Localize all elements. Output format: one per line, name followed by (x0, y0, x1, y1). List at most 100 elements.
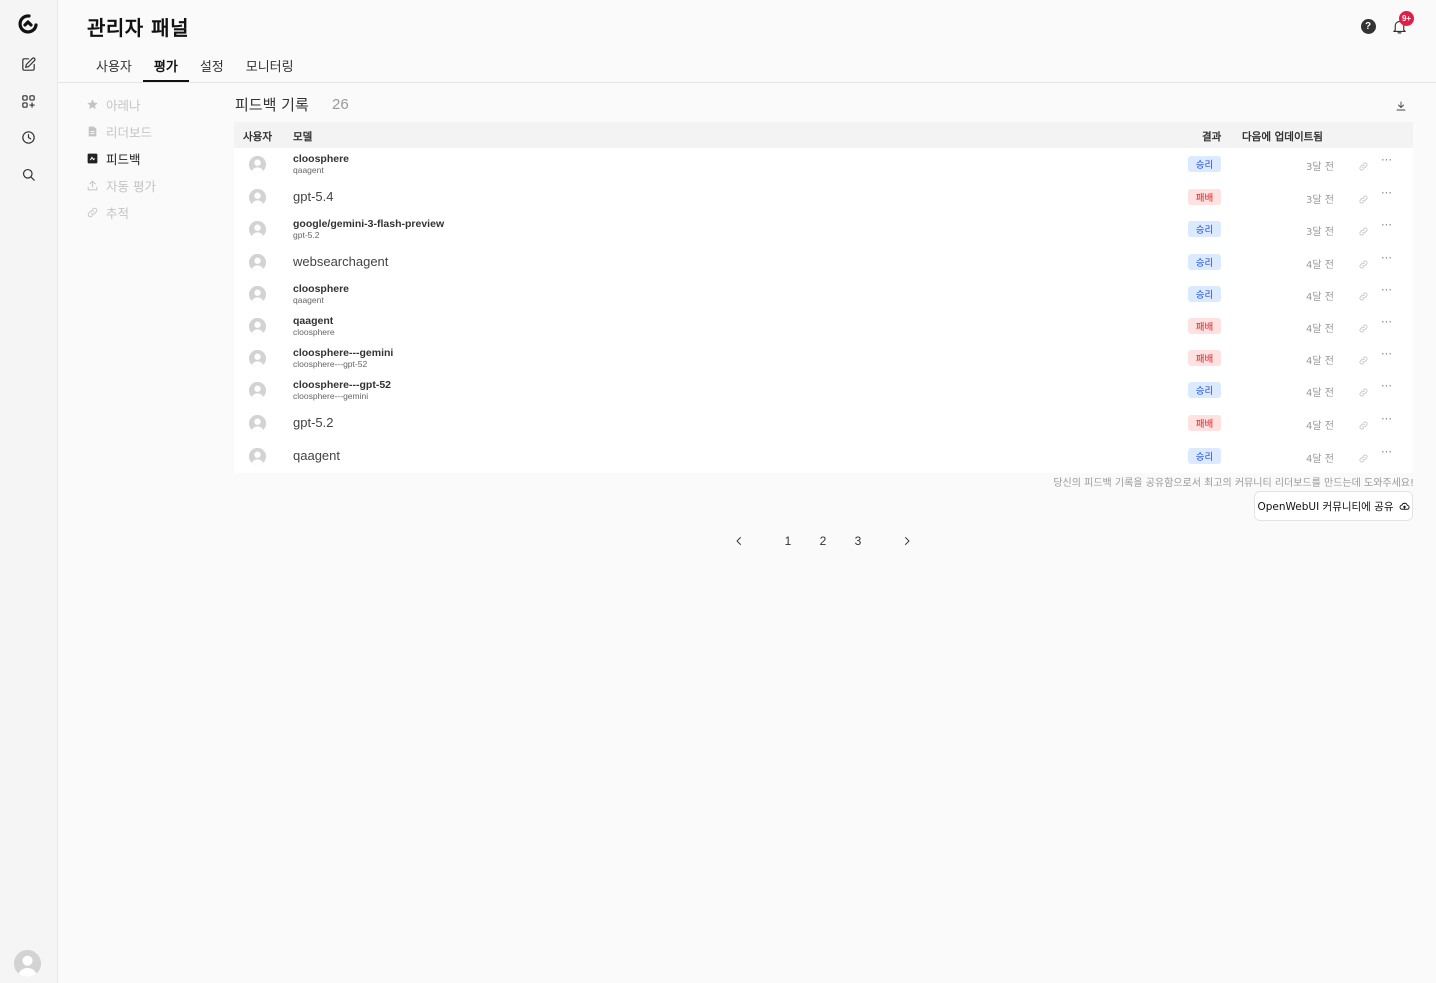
share-community-button[interactable]: OpenWebUI 커뮤니티에 공유 (1254, 491, 1413, 521)
more-options-icon[interactable]: ⋯ (1381, 283, 1395, 299)
updated-time: 3달 전 (1306, 162, 1334, 173)
more-options-icon[interactable]: ⋯ (1381, 445, 1395, 461)
link-icon[interactable] (1358, 449, 1371, 463)
user-avatar (249, 318, 266, 335)
cloud-upload-icon (1399, 502, 1410, 510)
more-options-icon[interactable]: ⋯ (1381, 186, 1395, 202)
user-avatar (249, 156, 266, 173)
table-row[interactable]: cloosphere qaagent 승리 4달 전 ⋯ (234, 278, 1413, 310)
feedback-table: 사용자 모델 결과 다음에 업데이트됨 cloosphere qaagent 승리 3… (234, 122, 1413, 473)
result-badge: 패배 (1188, 318, 1221, 334)
result-badge: 승리 (1188, 286, 1221, 302)
result-badge: 승리 (1188, 221, 1221, 237)
link-icon[interactable] (1358, 319, 1371, 333)
next-page-icon[interactable] (896, 530, 918, 552)
column-header-user[interactable]: 사용자 (243, 129, 272, 144)
more-options-icon[interactable]: ⋯ (1381, 379, 1395, 395)
evaluation-subnav: 아레나 리더보드 피드백 자동 평가 추적 (86, 91, 226, 226)
download-icon[interactable] (1395, 97, 1409, 111)
link-icon[interactable] (1358, 222, 1371, 236)
table-row[interactable]: websearchagent 승리 4달 전 ⋯ (234, 246, 1413, 278)
result-badge: 승리 (1188, 448, 1221, 464)
more-options-icon[interactable]: ⋯ (1381, 315, 1395, 331)
table-row[interactable]: google/gemini-3-flash-preview gpt-5.2 승리 3달… (234, 213, 1413, 245)
share-button-label: OpenWebUI 커뮤니티에 공유 (1257, 500, 1394, 513)
subnav-item-auto-eval[interactable]: 자동 평가 (86, 172, 226, 199)
table-row[interactable]: cloosphere qaagent 승리 3달 전 ⋯ (234, 148, 1413, 180)
sidebar-rail (0, 0, 58, 983)
model-name: cloosphere---gemini (293, 347, 394, 359)
app-logo-icon[interactable] (14, 10, 42, 38)
search-icon[interactable] (14, 160, 42, 188)
share-description: 당신의 피드백 기록을 공유함으로서 최고의 커뮤니티 리더보드를 만드는데 도… (1053, 478, 1414, 489)
page-button-1[interactable]: 1 (777, 530, 799, 552)
subnav-item-label: 추적 (106, 206, 130, 221)
tab-settings[interactable]: 설정 (189, 48, 235, 82)
history-icon[interactable] (14, 123, 42, 151)
subnav-item-leaderboard[interactable]: 리더보드 (86, 118, 226, 145)
result-badge: 승리 (1188, 254, 1221, 270)
updated-time: 3달 전 (1306, 195, 1334, 206)
notification-badge: 9+ (1399, 11, 1414, 26)
more-options-icon[interactable]: ⋯ (1381, 347, 1395, 363)
result-badge: 패배 (1188, 350, 1221, 366)
table-row[interactable]: gpt-5.2 패배 4달 전 ⋯ (234, 407, 1413, 439)
link-icon[interactable] (1358, 416, 1371, 430)
more-options-icon[interactable]: ⋯ (1381, 251, 1395, 267)
updated-time: 4달 전 (1306, 292, 1334, 303)
prev-page-icon[interactable] (728, 530, 750, 552)
tab-monitoring[interactable]: 모니터링 (235, 48, 305, 82)
column-header-result[interactable]: 결과 (1202, 129, 1221, 144)
updated-time: 4달 전 (1306, 260, 1334, 271)
link-icon[interactable] (1358, 287, 1371, 301)
tab-users[interactable]: 사용자 (85, 48, 143, 82)
admin-tabs: 사용자 평가 설정 모니터링 (85, 48, 305, 82)
table-row[interactable]: gpt-5.4 패배 3달 전 ⋯ (234, 181, 1413, 213)
user-avatar (249, 350, 266, 367)
link-icon[interactable] (1358, 383, 1371, 397)
subnav-item-label: 아레나 (106, 98, 141, 113)
user-avatar (249, 382, 266, 399)
result-badge: 승리 (1188, 382, 1221, 398)
model-name: cloosphere (293, 283, 350, 295)
link-icon[interactable] (1358, 190, 1371, 204)
subnav-item-feedback[interactable]: 피드백 (86, 145, 226, 172)
subnav-item-arena[interactable]: 아레나 (86, 91, 226, 118)
compared-model-name: cloosphere---gpt-52 (293, 359, 368, 369)
result-badge: 승리 (1188, 156, 1221, 172)
feedback-icon (87, 153, 98, 164)
link-icon[interactable] (1358, 255, 1371, 269)
updated-time: 4달 전 (1306, 388, 1334, 399)
table-row[interactable]: cloosphere---gpt-52 cloosphere---gemini 승리… (234, 374, 1413, 406)
table-header: 사용자 모델 결과 다음에 업데이트됨 (234, 122, 1413, 148)
user-avatar (249, 286, 266, 303)
table-row[interactable]: qaagent 승리 4달 전 ⋯ (234, 440, 1413, 472)
more-options-icon[interactable]: ⋯ (1381, 412, 1395, 428)
page-button-2[interactable]: 2 (812, 530, 834, 552)
page-button-3[interactable]: 3 (847, 530, 869, 552)
workspace-icon[interactable] (14, 87, 42, 115)
column-header-model[interactable]: 모델 (293, 129, 312, 144)
compared-model-name: qaagent (293, 165, 324, 175)
new-chat-icon[interactable] (14, 50, 42, 78)
compared-model-name: gpt-5.2 (293, 230, 320, 240)
user-avatar[interactable] (14, 950, 41, 977)
updated-time: 4달 전 (1306, 454, 1334, 465)
help-icon[interactable]: ? (1359, 17, 1377, 35)
more-options-icon[interactable]: ⋯ (1381, 153, 1395, 169)
link-icon[interactable] (1358, 157, 1371, 171)
table-row[interactable]: cloosphere---gemini cloosphere---gpt-52 패배… (234, 342, 1413, 374)
table-row[interactable]: qaagent cloosphere 패배 4달 전 ⋯ (234, 310, 1413, 342)
result-badge: 패배 (1188, 415, 1221, 431)
model-name: cloosphere---gpt-52 (293, 379, 392, 391)
column-header-updated[interactable]: 다음에 업데이트됨 (1242, 129, 1323, 144)
more-options-icon[interactable]: ⋯ (1381, 218, 1395, 234)
tab-evaluation[interactable]: 평가 (142, 48, 189, 82)
model-name: gpt-5.4 (293, 189, 334, 204)
link-icon[interactable] (1358, 351, 1371, 365)
updated-time: 3달 전 (1306, 227, 1334, 238)
updated-time: 4달 전 (1306, 356, 1334, 367)
star-icon (87, 99, 98, 109)
subnav-item-tracing[interactable]: 추적 (86, 199, 226, 226)
link-icon (87, 207, 98, 218)
